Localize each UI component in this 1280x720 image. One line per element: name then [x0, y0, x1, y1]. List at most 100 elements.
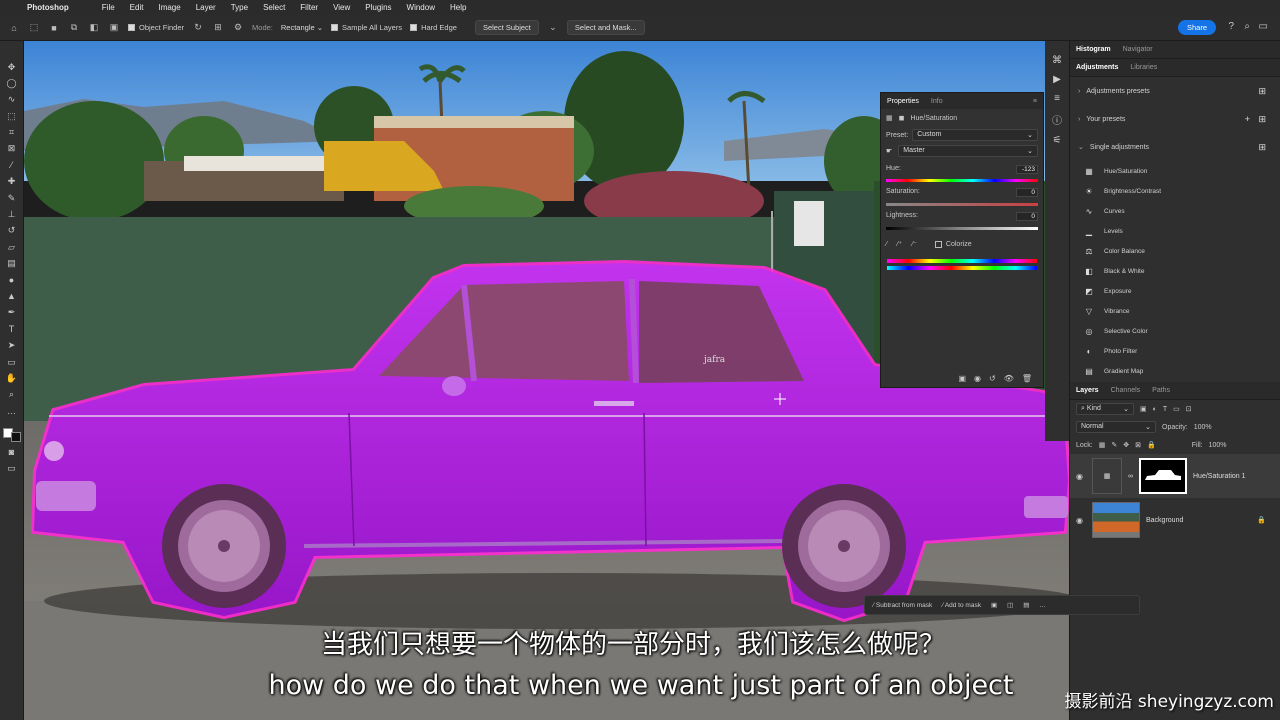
link-icon[interactable]: ∞	[1128, 473, 1133, 480]
marquee-tool-icon[interactable]: ◯	[6, 77, 18, 89]
lasso-tool-icon[interactable]: ∿	[6, 94, 18, 106]
play-icon[interactable]: ▶	[1053, 74, 1061, 85]
grid-view-icon[interactable]: ⊞	[1258, 142, 1266, 153]
fill-value[interactable]: 100%	[1209, 442, 1227, 449]
menu-plugins[interactable]: Plugins	[365, 3, 391, 12]
your-presets-section[interactable]: › Your presets + ⊞	[1070, 105, 1280, 133]
mask-thumbnail[interactable]	[1139, 458, 1187, 494]
smart-filter-icon[interactable]: ⊡	[1186, 405, 1192, 413]
zoom-tool-icon[interactable]: ⌕	[6, 389, 18, 401]
targeted-adjustment-icon[interactable]: ☛	[886, 147, 892, 155]
lock-pixels-icon[interactable]: ▦	[1099, 441, 1106, 449]
adjustment-item[interactable]: ◩ Exposure	[1070, 281, 1280, 301]
help-icon[interactable]: ?	[1228, 21, 1234, 32]
adjustment-item[interactable]: ▤ Gradient Map	[1070, 361, 1280, 381]
adjustment-item[interactable]: ☀ Brightness/Contrast	[1070, 181, 1280, 201]
hard-edge-checkbox[interactable]: Hard Edge	[410, 23, 457, 32]
share-button[interactable]: Share	[1177, 20, 1216, 35]
path-selection-icon[interactable]: ➤	[6, 340, 18, 352]
layer-name[interactable]: Hue/Saturation 1	[1193, 473, 1246, 480]
view-previous-icon[interactable]: ◉	[974, 374, 981, 383]
gradient-tool-icon[interactable]: ▤	[6, 258, 18, 270]
move-tool-icon[interactable]: ✥	[6, 61, 18, 73]
new-selection-icon[interactable]: ■	[48, 22, 60, 34]
background-color-swatch[interactable]	[10, 431, 21, 442]
dodge-tool-icon[interactable]: ▲	[6, 290, 18, 302]
add-selection-icon[interactable]: ⧉	[68, 22, 80, 34]
channel-select[interactable]: Master ⌄	[898, 145, 1038, 157]
lock-artboard-icon[interactable]: ⊠	[1135, 441, 1141, 449]
adjustment-item[interactable]: ∿ Curves	[1070, 201, 1280, 221]
more-options-icon[interactable]: …	[1039, 602, 1046, 609]
eye-icon[interactable]: ◉	[1076, 472, 1086, 481]
lock-all-icon[interactable]: 🔒	[1147, 441, 1156, 449]
object-selection-tool-icon[interactable]: ⬚	[28, 22, 40, 34]
lock-paint-icon[interactable]: ✎	[1111, 441, 1117, 449]
more-tools-icon[interactable]: …	[6, 405, 18, 417]
type-tool-icon[interactable]: T	[6, 323, 18, 335]
adjustment-item[interactable]: ⚖ Color Balance	[1070, 241, 1280, 261]
brush-tool-icon[interactable]: ✎	[6, 192, 18, 204]
intersect-selection-icon[interactable]: ▣	[108, 22, 120, 34]
object-finder-checkbox[interactable]: Object Finder	[128, 23, 184, 32]
layer-filter-select[interactable]: ⌕ Kind ⌄	[1076, 403, 1134, 415]
menu-type[interactable]: Type	[231, 3, 248, 12]
properties-icon[interactable]: ⚟	[1053, 135, 1062, 146]
eye-icon[interactable]: ◉	[1076, 516, 1086, 525]
adjustment-item[interactable]: ▦ Hue/Saturation	[1070, 161, 1280, 181]
clip-to-layer-icon[interactable]: ▣	[958, 374, 966, 383]
quick-mask-icon[interactable]: ◙	[6, 446, 18, 458]
workspace-icon[interactable]: ▭	[1259, 21, 1268, 32]
layer-row[interactable]: ◉ Background 🔒	[1070, 498, 1280, 542]
healing-brush-icon[interactable]: ✚	[6, 176, 18, 188]
menu-window[interactable]: Window	[407, 3, 435, 12]
lightness-value[interactable]: 0	[1016, 211, 1038, 221]
app-name[interactable]: Photoshop	[27, 3, 69, 12]
panel-menu-icon[interactable]: ≡	[1033, 98, 1037, 105]
preset-select[interactable]: Custom ⌄	[912, 129, 1038, 141]
menu-edit[interactable]: Edit	[130, 3, 144, 12]
pen-tool-icon[interactable]: ✒	[6, 307, 18, 319]
hue-value[interactable]: -123	[1016, 164, 1038, 174]
tab-paths[interactable]: Paths	[1152, 387, 1170, 394]
lightness-slider[interactable]	[886, 226, 1038, 230]
settings-icon[interactable]: ⚙	[232, 22, 244, 34]
menu-view[interactable]: View	[333, 3, 350, 12]
menu-filter[interactable]: Filter	[300, 3, 318, 12]
grid-view-icon[interactable]: ⊞	[1258, 86, 1266, 97]
info-icon[interactable]: ⓘ	[1052, 112, 1062, 127]
select-subject-button[interactable]: Select Subject	[474, 20, 539, 35]
type-filter-icon[interactable]: T	[1163, 406, 1167, 413]
eyedropper-minus-icon[interactable]: ⁄⁻	[912, 240, 917, 248]
eyedropper-plus-icon[interactable]: ⁄⁺	[897, 240, 902, 248]
chevron-down-icon[interactable]: ⌄	[547, 22, 559, 34]
adjustment-item[interactable]: ◧ Black & White	[1070, 261, 1280, 281]
tab-layers[interactable]: Layers	[1076, 387, 1099, 394]
search-icon[interactable]: ⌕	[1244, 21, 1250, 32]
history-brush-icon[interactable]: ↺	[6, 225, 18, 237]
add-to-mask-button[interactable]: ⁄ Add to mask	[942, 602, 981, 609]
menu-layer[interactable]: Layer	[196, 3, 216, 12]
shape-filter-icon[interactable]: ▭	[1173, 405, 1180, 413]
sample-all-layers-checkbox[interactable]: Sample All Layers	[331, 23, 402, 32]
tab-channels[interactable]: Channels	[1111, 387, 1141, 394]
menu-select[interactable]: Select	[263, 3, 285, 12]
hand-tool-icon[interactable]: ✋	[6, 372, 18, 384]
saturation-slider[interactable]	[886, 202, 1038, 206]
blend-mode-select[interactable]: Normal ⌄	[1076, 421, 1156, 433]
hue-slider[interactable]	[886, 178, 1038, 182]
lock-position-icon[interactable]: ✥	[1123, 441, 1129, 449]
adjustment-item[interactable]: ◎ Selective Color	[1070, 321, 1280, 341]
object-selection-icon[interactable]: ⬚	[6, 110, 18, 122]
eyedropper-icon[interactable]: ⁄	[6, 159, 18, 171]
show-all-objects-icon[interactable]: ⊞	[212, 22, 224, 34]
stamp-tool-icon[interactable]: ⊥	[6, 209, 18, 221]
menu-help[interactable]: Help	[450, 3, 466, 12]
visibility-icon[interactable]: 👁	[1004, 374, 1014, 383]
history-icon[interactable]: ⌘	[1052, 55, 1062, 66]
blur-tool-icon[interactable]: ●	[6, 274, 18, 286]
shape-tool-icon[interactable]: ▭	[6, 356, 18, 368]
adjustments-presets-section[interactable]: › Adjustments presets ⊞	[1070, 77, 1280, 105]
select-and-mask-button[interactable]: Select and Mask...	[566, 20, 645, 35]
tab-libraries[interactable]: Libraries	[1130, 64, 1157, 71]
